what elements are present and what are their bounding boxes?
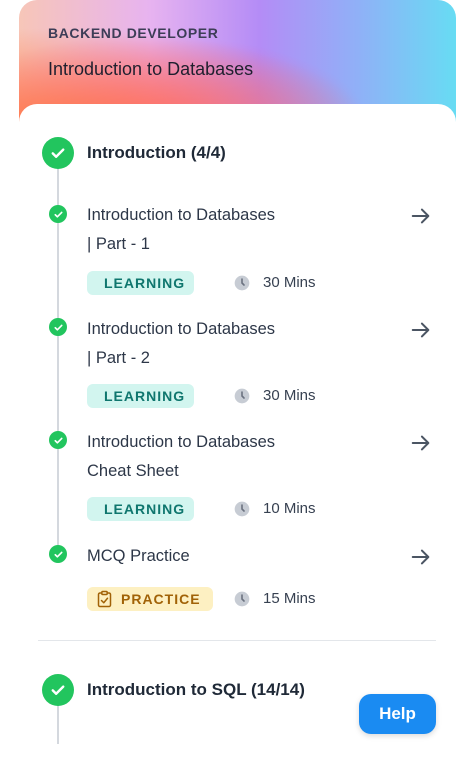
- duration: 30 Mins: [234, 387, 316, 404]
- check-circle-icon: [49, 205, 67, 223]
- check-circle-icon: [42, 137, 74, 169]
- badge-label: LEARNING: [104, 501, 186, 517]
- check-circle-icon: [42, 674, 74, 706]
- badge-label: PRACTICE: [121, 591, 201, 607]
- arrow-right-icon[interactable]: [410, 205, 432, 227]
- clock-icon: [234, 388, 250, 403]
- clock-icon: [234, 501, 250, 516]
- timeline-line: [57, 705, 59, 744]
- duration-text: 30 Mins: [263, 274, 316, 291]
- type-badge: LEARNING: [87, 384, 194, 408]
- check-circle-icon: [49, 431, 67, 449]
- timeline-line: [57, 168, 59, 560]
- duration: 10 Mins: [234, 500, 316, 517]
- badge-label: LEARNING: [104, 388, 186, 404]
- arrow-right-icon[interactable]: [410, 432, 432, 454]
- section-title: Introduction to SQL (14/14): [87, 680, 305, 699]
- arrow-right-icon[interactable]: [410, 546, 432, 568]
- item-title-line: Introduction to Databases: [87, 206, 276, 224]
- arrow-right-icon[interactable]: [410, 319, 432, 341]
- item-title: Introduction to Databases | Part - 1: [87, 201, 387, 259]
- item-title-line: | Part - 2: [87, 349, 150, 367]
- duration-text: 10 Mins: [263, 500, 316, 517]
- badge-label: LEARNING: [104, 275, 186, 291]
- type-badge: PRACTICE: [87, 587, 213, 611]
- duration-text: 15 Mins: [263, 590, 316, 607]
- item-title-line: | Part - 1: [87, 235, 150, 253]
- check-circle-icon: [49, 318, 67, 336]
- clock-icon: [234, 591, 250, 606]
- duration-text: 30 Mins: [263, 387, 316, 404]
- help-button[interactable]: Help: [359, 694, 436, 734]
- course-track-label: BACKEND DEVELOPER: [48, 25, 219, 41]
- item-title: Introduction to Databases Cheat Sheet: [87, 428, 387, 486]
- item-title: Introduction to Databases | Part - 2: [87, 315, 387, 373]
- type-badge: LEARNING: [87, 271, 194, 295]
- clock-icon: [234, 275, 250, 290]
- item-title-line: Cheat Sheet: [87, 462, 179, 480]
- section-title: Introduction (4/4): [87, 143, 226, 162]
- item-title-line: Introduction to Databases: [87, 433, 276, 451]
- duration: 30 Mins: [234, 274, 316, 291]
- item-title-line: MCQ Practice: [87, 547, 190, 565]
- duration: 15 Mins: [234, 590, 316, 607]
- section-divider: [38, 640, 436, 641]
- item-title-line: Introduction to Databases: [87, 320, 276, 338]
- item-title: MCQ Practice: [87, 542, 387, 571]
- type-badge: LEARNING: [87, 497, 194, 521]
- page-title: Introduction to Databases: [48, 59, 254, 79]
- clipboard-check-icon: [97, 590, 112, 608]
- check-circle-icon: [49, 545, 67, 563]
